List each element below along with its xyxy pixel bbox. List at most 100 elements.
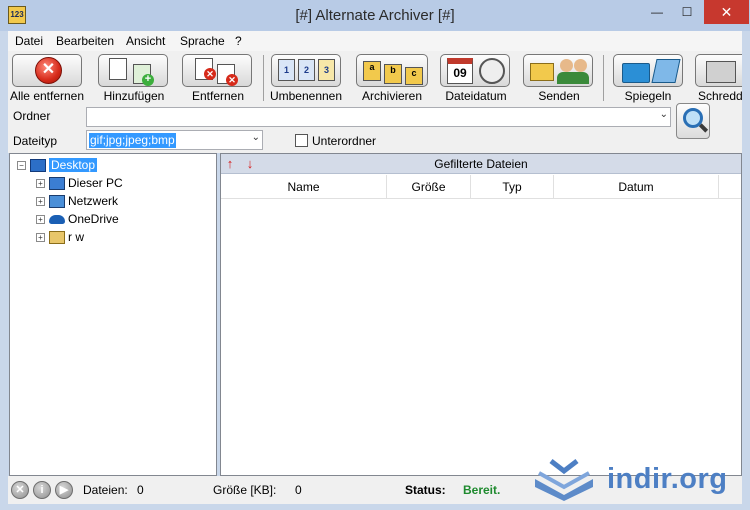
mirror-button[interactable]: Spiegeln <box>610 51 686 105</box>
menu-datei[interactable]: Datei <box>15 34 43 48</box>
desktop-icon <box>30 159 46 173</box>
stop-icon[interactable]: ✕ <box>11 481 29 499</box>
expand-icon[interactable]: + <box>36 233 45 243</box>
envelope-icon <box>530 63 554 81</box>
tree-item-user[interactable]: + r w <box>36 229 84 245</box>
rename-icon: 1 2 3 <box>271 54 341 87</box>
move-down-icon[interactable]: ↓ <box>245 157 255 170</box>
remove-file-button[interactable]: ✕ ✕ Entfernen <box>180 51 256 105</box>
tree-label: OneDrive <box>68 212 119 226</box>
folder-icon <box>622 63 650 83</box>
filtered-files-panel: ↑ ↓ Gefilterte Dateien Name Größe Typ Da… <box>220 153 742 476</box>
column-size[interactable]: Größe <box>387 175 471 199</box>
maximize-button[interactable]: ☐ <box>672 0 702 24</box>
folder-tree: − Desktop + Dieser PC + Netzwerk + OneDrive … <box>9 153 217 476</box>
tree-label: Desktop <box>49 158 98 172</box>
filetype-label: Dateityp <box>13 134 58 148</box>
toolbar-separator <box>263 55 264 101</box>
archive-label: Archivieren <box>361 89 423 103</box>
move-up-icon[interactable]: ↑ <box>225 157 235 170</box>
filetype-value: gif;jpg;jpeg;bmp <box>89 133 176 148</box>
send-icon <box>523 54 593 87</box>
tree-label: Netzwerk <box>68 194 119 208</box>
files-panel-title: Gefilterte Dateien <box>434 157 528 171</box>
remove-file-label: Entfernen <box>191 89 245 103</box>
chevron-down-icon[interactable]: ⌄ <box>252 132 260 143</box>
size-value: 0 <box>295 483 302 497</box>
menu-bearbeiten[interactable]: Bearbeiten <box>56 34 114 48</box>
size-label: Größe [KB]: <box>213 483 277 497</box>
expand-icon[interactable]: + <box>36 197 45 207</box>
tree-item-network[interactable]: + Netzwerk <box>36 193 118 209</box>
files-count-value: 0 <box>137 483 144 497</box>
remove-all-button[interactable]: ✕ Alle entfernen <box>8 51 86 105</box>
file-date-button[interactable]: 09 Dateidatum <box>438 51 514 105</box>
tree-item-this-pc[interactable]: + Dieser PC <box>36 175 123 191</box>
file-list-header: Name Größe Typ Datum <box>221 175 741 199</box>
filter-form: Ordner ⌄ Dateityp gif;jpg;jpeg;bmp ⌄ Unt… <box>8 103 742 153</box>
toolbar-separator <box>603 55 604 101</box>
clock-icon <box>479 58 505 84</box>
play-icon[interactable]: ▶ <box>55 481 73 499</box>
rename-label: Umbenennen <box>269 89 343 103</box>
status-label: Status: <box>405 483 446 497</box>
toolbar: ✕ Alle entfernen + Hinzufügen ✕ ✕ Entfer… <box>8 51 742 105</box>
expand-icon[interactable]: + <box>36 179 45 189</box>
rename-button[interactable]: 1 2 3 Umbenennen <box>268 51 344 105</box>
watermark: indir.org <box>531 457 741 505</box>
search-button[interactable] <box>676 103 710 139</box>
watermark-text: indir.org <box>607 463 728 495</box>
shredder-button[interactable]: Schreddern <box>694 51 742 105</box>
mirror-label: Spiegeln <box>624 89 672 103</box>
subfolder-label: Unterordner <box>312 134 377 148</box>
send-label: Senden <box>538 89 580 103</box>
minimize-button[interactable]: — <box>642 0 672 24</box>
tree-label: r w <box>68 230 84 244</box>
archive-icon: a b c <box>356 54 428 87</box>
close-button[interactable]: ✕ <box>704 0 749 24</box>
add-files-icon: + <box>98 54 168 87</box>
calendar-icon: 09 <box>447 58 473 84</box>
network-icon <box>49 195 65 209</box>
subfolder-checkbox[interactable] <box>295 134 308 147</box>
remove-all-icon: ✕ <box>12 54 82 87</box>
mirror-icon <box>613 54 683 87</box>
collapse-icon[interactable]: − <box>17 161 26 171</box>
window-title: [#] Alternate Archiver [#] <box>295 7 455 24</box>
info-icon[interactable]: i <box>33 481 51 499</box>
file-date-label: Dateidatum <box>445 89 507 103</box>
folder-label: Ordner <box>13 109 51 123</box>
remove-file-icon: ✕ ✕ <box>182 54 252 87</box>
files-panel-header: ↑ ↓ Gefilterte Dateien <box>221 154 741 174</box>
user-folder-icon <box>49 231 65 245</box>
status-value: Bereit. <box>463 483 501 497</box>
column-name[interactable]: Name <box>221 175 387 199</box>
folder-combobox[interactable]: ⌄ <box>86 107 671 127</box>
archive-button[interactable]: a b c Archivieren <box>352 51 432 105</box>
shredder-icon <box>695 54 742 87</box>
menu-sprache[interactable]: Sprache <box>180 34 225 48</box>
computer-icon <box>49 177 65 191</box>
chevron-down-icon[interactable]: ⌄ <box>660 109 668 120</box>
tree-label: Dieser PC <box>68 176 123 190</box>
menu-help[interactable]: ? <box>235 34 242 48</box>
tree-item-desktop[interactable]: − Desktop <box>17 157 98 173</box>
expand-icon[interactable]: + <box>36 215 45 225</box>
shredder-label: Schreddern <box>698 89 742 103</box>
menu-bar: Datei Bearbeiten Ansicht Sprache ? <box>8 31 742 51</box>
tree-item-onedrive[interactable]: + OneDrive <box>36 211 119 227</box>
column-date[interactable]: Datum <box>554 175 719 199</box>
title-bar: 123 [#] Alternate Archiver [#] — ☐ ✕ <box>0 0 750 31</box>
add-files-button[interactable]: + Hinzufügen <box>96 51 172 105</box>
remove-all-label: Alle entfernen <box>9 89 85 103</box>
filetype-combobox[interactable]: gif;jpg;jpeg;bmp ⌄ <box>86 130 263 150</box>
files-count-label: Dateien: <box>83 483 128 497</box>
users-icon <box>560 59 573 72</box>
column-type[interactable]: Typ <box>471 175 554 199</box>
watermark-logo-icon <box>535 459 593 501</box>
send-button[interactable]: Senden <box>522 51 596 105</box>
cloud-icon <box>49 215 65 225</box>
file-date-icon: 09 <box>440 54 510 87</box>
add-files-label: Hinzufügen <box>103 89 165 103</box>
menu-ansicht[interactable]: Ansicht <box>126 34 165 48</box>
